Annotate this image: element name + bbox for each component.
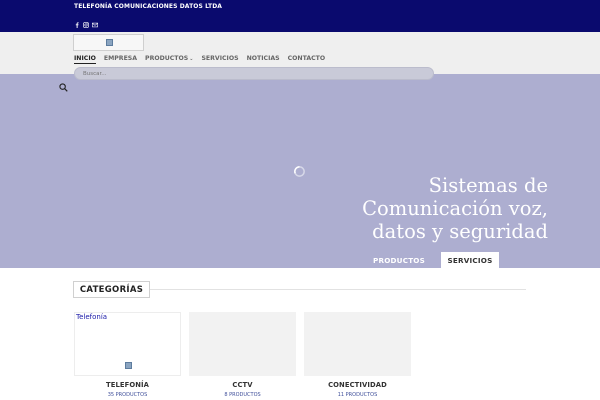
category-count: 35 PRODUCTOS bbox=[107, 392, 148, 398]
nav-item-noticias[interactable]: NOTICIAS bbox=[247, 55, 280, 64]
facebook-icon[interactable] bbox=[74, 22, 80, 28]
loading-spinner-icon bbox=[294, 166, 305, 177]
category-title[interactable]: CONECTIVIDAD bbox=[304, 381, 411, 389]
image-icon bbox=[106, 39, 113, 46]
hero-tab-servicios[interactable]: SERVICIOS bbox=[441, 252, 499, 268]
search-bar bbox=[74, 67, 434, 80]
nav-item-productos[interactable]: PRODUCTOS⌄ bbox=[145, 55, 193, 64]
hero-headline: Sistemas de Comunicación voz, datos y se… bbox=[362, 174, 548, 243]
company-name: TELEFONÍA COMUNICACIONES DATOS LTDA bbox=[74, 3, 223, 10]
chevron-down-icon: ⌄ bbox=[189, 56, 194, 62]
category-image[interactable] bbox=[189, 312, 296, 376]
hero-slider: Sistemas de Comunicación voz, datos y se… bbox=[0, 67, 600, 268]
category-count: 8 PRODUCTOS bbox=[224, 392, 261, 398]
hero-tab-productos[interactable]: PRODUCTOS bbox=[366, 252, 432, 268]
category-card-cctv[interactable]: CCTV 8 PRODUCTOS bbox=[189, 312, 296, 400]
image-icon bbox=[125, 362, 132, 369]
category-card-conectividad[interactable]: CONECTIVIDAD 11 PRODUCTOS bbox=[304, 312, 411, 400]
category-image[interactable]: Telefonía bbox=[74, 312, 181, 376]
categories-section: CATEGORÍAS Telefonía TELEFONÍA 35 PRODUC… bbox=[0, 268, 600, 400]
nav-item-servicios[interactable]: SERVICIOS bbox=[201, 55, 238, 64]
search-icon[interactable] bbox=[59, 83, 68, 92]
category-title[interactable]: TELEFONÍA bbox=[74, 381, 181, 389]
search-input[interactable] bbox=[83, 70, 423, 78]
category-card-telefonia[interactable]: Telefonía TELEFONÍA 35 PRODUCTOS bbox=[74, 312, 181, 400]
nav-item-contacto[interactable]: CONTACTO bbox=[288, 55, 326, 64]
site-logo[interactable] bbox=[73, 34, 144, 51]
nav-item-empresa[interactable]: EMPRESA bbox=[104, 55, 137, 64]
main-nav: INICIO EMPRESA PRODUCTOS⌄ SERVICIOS NOTI… bbox=[74, 55, 325, 64]
social-links bbox=[74, 22, 98, 28]
instagram-icon[interactable] bbox=[83, 22, 89, 28]
section-title: CATEGORÍAS bbox=[73, 281, 150, 298]
nav-item-inicio[interactable]: INICIO bbox=[74, 55, 96, 64]
category-count: 11 PRODUCTOS bbox=[337, 392, 378, 398]
nav-item-productos-label: PRODUCTOS bbox=[145, 55, 189, 62]
image-alt-text: Telefonía bbox=[76, 313, 108, 321]
top-bar: TELEFONÍA COMUNICACIONES DATOS LTDA bbox=[0, 0, 600, 32]
category-image[interactable] bbox=[304, 312, 411, 376]
category-title[interactable]: CCTV bbox=[189, 381, 296, 389]
email-icon[interactable] bbox=[92, 22, 98, 28]
